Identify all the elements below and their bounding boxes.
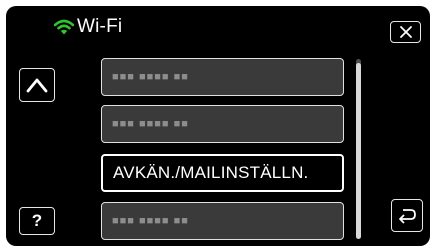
- scrollbar-thumb[interactable]: [356, 63, 361, 239]
- close-icon: [399, 26, 412, 38]
- list-item[interactable]: ■■■ ■■■■ ■■: [101, 202, 344, 240]
- back-button[interactable]: [391, 199, 423, 232]
- list-item-label: ■■■ ■■■■ ■■: [112, 215, 189, 227]
- camera-wifi-screen: Wi-Fi ? ■■■ ■■■■ ■■ ■■■ ■■■■ ■■ AVKÄN./M…: [6, 6, 430, 246]
- scrollbar[interactable]: [356, 59, 361, 239]
- help-button[interactable]: ?: [19, 207, 55, 235]
- list-item-label: ■■■ ■■■■ ■■: [112, 71, 189, 83]
- scroll-up-button[interactable]: [19, 68, 55, 102]
- list-item-label: ■■■ ■■■■ ■■: [112, 118, 189, 130]
- title-text: Wi-Fi: [77, 16, 123, 37]
- close-button[interactable]: [390, 21, 421, 43]
- list-item-label: AVKÄN./MAILINSTÄLLN.: [113, 163, 309, 182]
- list-item[interactable]: ■■■ ■■■■ ■■: [101, 105, 344, 143]
- list-item[interactable]: ■■■ ■■■■ ■■: [101, 58, 344, 96]
- help-label: ?: [31, 211, 43, 230]
- list-item-selected[interactable]: AVKÄN./MAILINSTÄLLN.: [101, 154, 344, 192]
- return-arrow-icon: [399, 208, 416, 224]
- wifi-icon: [54, 19, 74, 35]
- chevron-up-icon: [26, 78, 48, 93]
- screen-title: Wi-Fi: [54, 16, 122, 38]
